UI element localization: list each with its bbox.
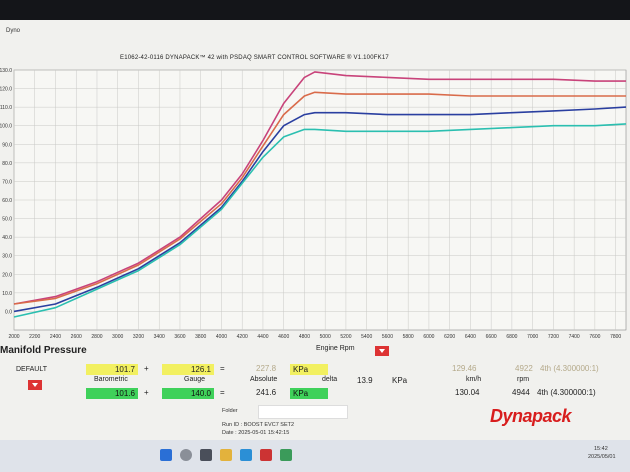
x-tick-label: 6600 [486, 334, 497, 340]
run-date: Date : 2025-05-01 15:42:15 [222, 430, 290, 436]
chart-title: E1062-42-0116 DYNAPACK™ 42 with PSDAQ SM… [120, 55, 389, 61]
x-tick-label: 2400 [50, 334, 61, 340]
equals-sign-2: = [220, 388, 225, 397]
x-tick-label: 4200 [237, 334, 248, 340]
y-tick-label: 40.0 [2, 235, 12, 241]
manifold-pressure-chart: 2000 2200 2400 2600 2800 3000 3200 3400 3600 3800… [0, 68, 627, 340]
file-explorer-icon[interactable] [220, 449, 232, 461]
window-titlebar: Dyno [0, 28, 630, 38]
engine-rpm-dropdown[interactable] [375, 346, 389, 356]
speed-value-1: 129.46 [452, 364, 477, 373]
run-id: Run ID : BOOST EVC7 SET2 [222, 422, 295, 428]
x-tick-label: 7800 [610, 334, 621, 340]
search-icon[interactable] [180, 449, 192, 461]
x-tick-label: 3400 [154, 334, 165, 340]
delta-value: 13.9 [357, 376, 373, 385]
y-tick-label: 30.0 [2, 254, 12, 260]
y-tick-label: 100.0 [0, 124, 12, 130]
x-tick-label: 6400 [465, 334, 476, 340]
speed-value-2: 130.04 [455, 388, 480, 397]
x-tick-label: 4600 [278, 334, 289, 340]
gauge-label: Gauge [184, 376, 206, 383]
engine-rpm-label: Engine Rpm [316, 345, 355, 352]
gauge-value-2: 140.0 [162, 388, 214, 399]
x-tick-label: 3600 [174, 334, 185, 340]
absolute-value-2: 241.6 [256, 388, 277, 397]
x-tick-label: 2600 [71, 334, 82, 340]
clock-date: 2025/05/01 [588, 454, 616, 460]
y-tick-label: 20.0 [2, 272, 12, 278]
plus-sign-2: + [144, 388, 149, 397]
x-tick-label: 5400 [361, 334, 372, 340]
kpa-unit-2: KPa [290, 388, 328, 399]
rpm-value-1: 4922 [515, 364, 533, 373]
y-tick-label: 110.0 [0, 105, 12, 111]
dyno-app-icon[interactable] [260, 449, 272, 461]
gauge-value-1: 126.1 [162, 364, 214, 375]
app-name: Dyno [6, 28, 21, 34]
barometric-value-1: 101.7 [86, 364, 138, 375]
x-tick-label: 6800 [506, 334, 517, 340]
x-tick-label: 4000 [216, 334, 227, 340]
x-tick-label: 5000 [320, 334, 331, 340]
task-view-icon[interactable] [200, 449, 212, 461]
start-icon[interactable] [160, 449, 172, 461]
plus-sign-1: + [144, 364, 149, 373]
folder-input[interactable] [258, 405, 348, 419]
x-tick-label: 6200 [444, 334, 455, 340]
barometric-value-2: 101.6 [86, 388, 138, 399]
x-tick-label: 2200 [29, 334, 40, 340]
x-tick-label: 2800 [91, 334, 102, 340]
y-tick-label: 80.0 [2, 161, 12, 167]
absolute-value-1: 227.8 [256, 364, 277, 373]
kpa-unit-1: KPa [290, 364, 328, 375]
x-tick-label: 5200 [340, 334, 351, 340]
barometric-label: Barometric [94, 376, 128, 383]
x-tick-label: 7200 [548, 334, 559, 340]
x-tick-label: 4400 [257, 334, 268, 340]
y-tick-label: 90.0 [2, 142, 12, 148]
gear-value-2: 4th (4.300000:1) [537, 388, 596, 397]
y-tick-label: 130.0 [0, 68, 12, 74]
section-title: Manifold Pressure [0, 345, 87, 356]
x-tick-label: 7000 [527, 334, 538, 340]
y-tick-label: 70.0 [2, 179, 12, 185]
y-tick-label: 0.0 [5, 309, 12, 315]
kmh-label: km/h [466, 376, 482, 383]
taskbar: 15:42 2025/05/01 [0, 440, 630, 472]
x-tick-label: 2000 [8, 334, 19, 340]
delta-unit: KPa [392, 376, 408, 385]
x-tick-label: 3800 [195, 334, 206, 340]
folder-label: Folder [222, 408, 238, 414]
absolute-label: Absolute [250, 376, 278, 383]
x-tick-label: 6000 [423, 334, 434, 340]
x-tick-label: 3200 [133, 334, 144, 340]
equals-sign-1: = [220, 364, 225, 373]
x-tick-label: 7600 [589, 334, 600, 340]
rpm-label: rpm [517, 376, 530, 383]
edge-icon[interactable] [240, 449, 252, 461]
x-tick-label: 7400 [569, 334, 580, 340]
rpm-value-2: 4944 [512, 388, 530, 397]
x-tick-label: 4800 [299, 334, 310, 340]
y-tick-label: 50.0 [2, 217, 12, 223]
delta-label: delta [322, 376, 338, 383]
clock-time: 15:42 [594, 446, 608, 452]
y-tick-label: 60.0 [2, 198, 12, 204]
mode-dropdown[interactable] [28, 380, 42, 390]
app-icon[interactable] [280, 449, 292, 461]
gear-value-1: 4th (4.300000:1) [540, 364, 599, 373]
y-tick-label: 10.0 [2, 291, 12, 297]
x-tick-label: 5800 [403, 334, 414, 340]
x-tick-label: 3000 [112, 334, 123, 340]
dynapack-logo: Dynapack [490, 406, 572, 426]
mode-label: DEFAULT [16, 366, 47, 373]
monitor-bezel [0, 0, 630, 20]
x-tick-label: 5600 [382, 334, 393, 340]
y-tick-label: 120.0 [0, 87, 12, 93]
